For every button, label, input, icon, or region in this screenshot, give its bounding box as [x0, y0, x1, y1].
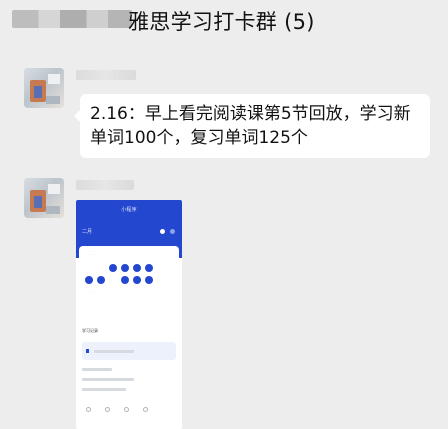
- message-line-1: 2.16：早上看完阅读课第5节回放，学习新: [90, 104, 411, 124]
- blurred-sender-name: [76, 180, 134, 190]
- screenshot-app-title: 小程序: [121, 207, 137, 213]
- screenshot-close-icon: [170, 229, 175, 234]
- screenshot-menu-icon: [160, 229, 165, 234]
- sender-avatar[interactable]: [24, 178, 64, 218]
- message-line-2: 单词100个，复习单词125个: [90, 128, 308, 148]
- chat-title[interactable]: 雅思学习打卡群 (5): [128, 6, 315, 36]
- screenshot-list-label: 学习记录: [82, 328, 98, 333]
- sender-avatar[interactable]: [24, 68, 64, 108]
- screenshot-record-row: [82, 342, 176, 360]
- blurred-title-prefix: [12, 10, 132, 28]
- image-message-screenshot[interactable]: 小程序 二月 · · · · · · · · · · · · · 学习记录: [76, 200, 182, 429]
- chat-header: 雅思学习打卡群 (5): [0, 0, 448, 42]
- screenshot-calendar: · · · · · · · · · · · · ·: [79, 246, 179, 300]
- screenshot-month-label: 二月: [82, 229, 93, 235]
- blurred-sender-name: [76, 70, 136, 80]
- screenshot-bottom-icons: [86, 407, 148, 412]
- text-message-bubble[interactable]: 2.16：早上看完阅读课第5节回放，学习新 单词100个，复习单词125个: [74, 94, 430, 158]
